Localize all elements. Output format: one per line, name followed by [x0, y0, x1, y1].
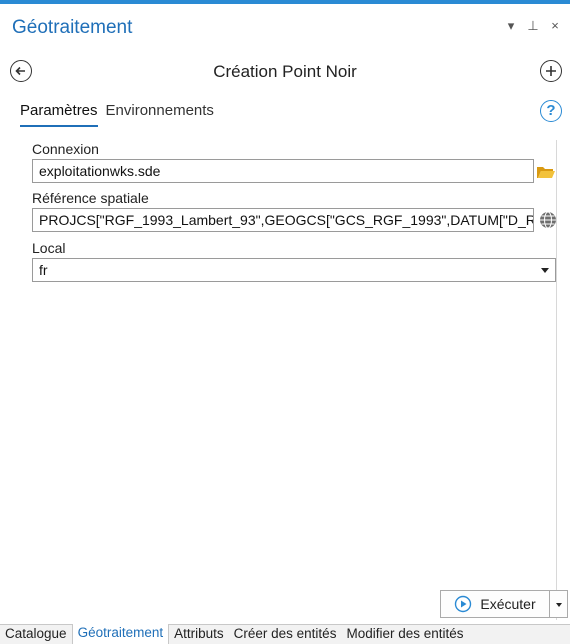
- reference-spatiale-label: Référence spatiale: [32, 190, 149, 206]
- tool-header: Création Point Noir: [0, 58, 570, 86]
- close-icon[interactable]: ×: [548, 18, 562, 34]
- pin-icon[interactable]: ⊥: [526, 18, 540, 34]
- pane-controls: ▾ ⊥ ×: [504, 18, 562, 34]
- run-button-label: Exécuter: [480, 596, 536, 612]
- pane-top-accent: [0, 0, 570, 4]
- tab-modifier-entites[interactable]: Modifier des entités: [341, 625, 468, 644]
- pane-title: Géotraitement: [12, 17, 133, 38]
- play-icon: [455, 595, 472, 613]
- tab-geotraitement[interactable]: Géotraitement: [71, 624, 170, 644]
- add-button[interactable]: [540, 60, 562, 82]
- help-icon[interactable]: ?: [540, 100, 562, 122]
- reference-spatiale-input[interactable]: PROJCS["RGF_1993_Lambert_93",GEOGCS["GCS…: [32, 208, 534, 232]
- chevron-down-icon: [541, 268, 549, 273]
- bottom-tab-bar: Catalogue Géotraitement Attributs Créer …: [0, 624, 570, 644]
- tab-environnements[interactable]: Environnements: [106, 102, 214, 127]
- local-label: Local: [32, 240, 66, 256]
- tab-catalogue[interactable]: Catalogue: [0, 625, 72, 644]
- tool-tabs: Paramètres Environnements: [20, 102, 214, 127]
- local-select-value: fr: [39, 262, 48, 278]
- plus-icon: [546, 66, 556, 76]
- run-dropdown-button[interactable]: [550, 590, 568, 618]
- local-select[interactable]: fr: [32, 258, 556, 282]
- pane-menu-icon[interactable]: ▾: [504, 18, 518, 34]
- tool-title: Création Point Noir: [213, 62, 357, 81]
- connexion-label: Connexion: [32, 141, 99, 157]
- tab-parametres[interactable]: Paramètres: [20, 102, 98, 127]
- folder-icon[interactable]: [536, 165, 556, 179]
- run-button[interactable]: Exécuter: [440, 590, 550, 618]
- connexion-input[interactable]: exploitationwks.sde: [32, 159, 534, 183]
- scroll-divider: [556, 140, 557, 620]
- globe-icon[interactable]: [538, 210, 558, 230]
- run-group: Exécuter: [440, 590, 568, 618]
- chevron-down-icon: [556, 603, 562, 607]
- tab-attributs[interactable]: Attributs: [169, 625, 229, 644]
- tab-creer-entites[interactable]: Créer des entités: [229, 625, 342, 644]
